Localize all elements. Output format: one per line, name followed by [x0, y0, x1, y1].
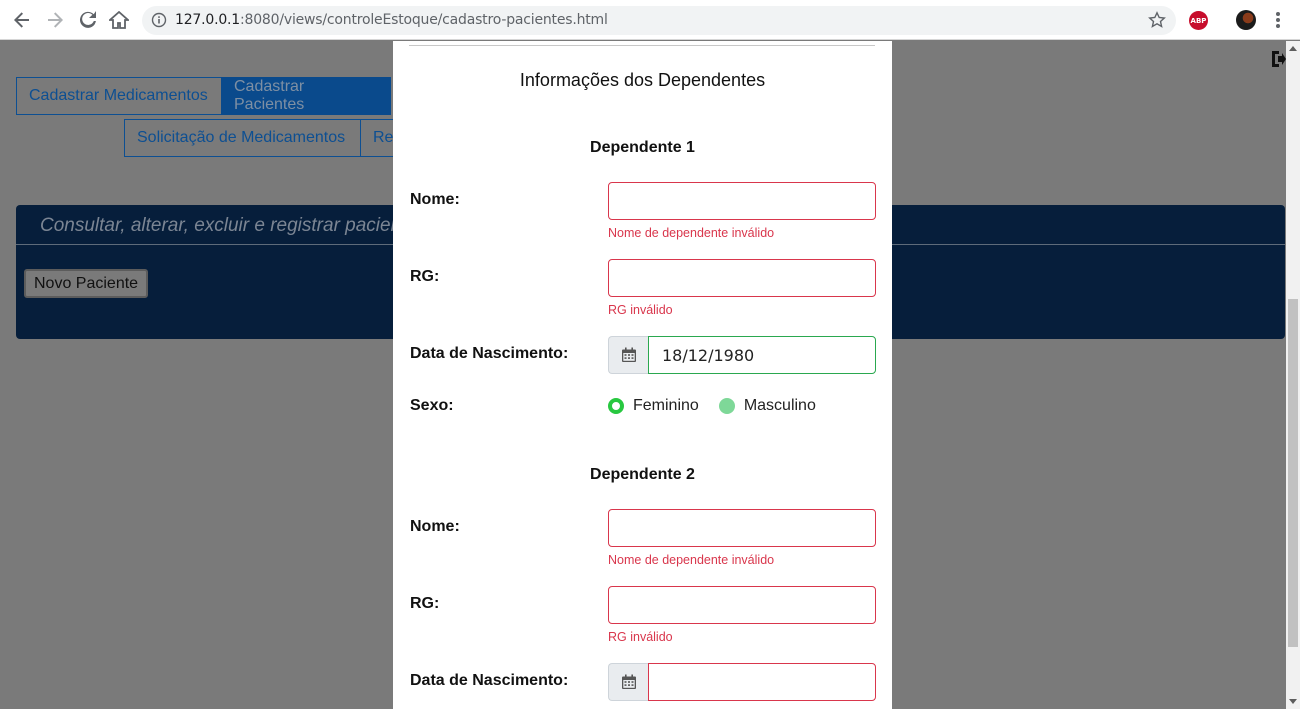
dependent-2-name-input[interactable] [608, 509, 876, 547]
forward-icon[interactable] [43, 8, 67, 32]
dependent-1-title: Dependente 1 [590, 139, 695, 156]
browser-menu-icon[interactable] [1270, 10, 1286, 30]
radio-masculino[interactable] [718, 398, 735, 414]
dependent-1-name-error: Nome de dependente inválido [608, 226, 775, 240]
back-icon[interactable] [10, 8, 34, 32]
new-patient-button[interactable]: Novo Paciente [24, 269, 149, 298]
dependent-1-rg-label: RG: [410, 268, 440, 285]
tab-cadastrar-medicamentos[interactable]: Cadastrar Medicamentos [16, 77, 222, 115]
tab-solicitacao-medicamentos[interactable]: Solicitação de Medicamentos [124, 119, 361, 157]
url-text: 127.0.0.1:8080/views/controleEstoque/cad… [175, 12, 608, 28]
dependent-2-birth-field [608, 663, 876, 701]
patient-modal: Informações dos Dependentes Dependente 1… [393, 41, 892, 709]
browser-toolbar: 127.0.0.1:8080/views/controleEstoque/cad… [0, 0, 1300, 40]
profile-avatar[interactable] [1236, 10, 1256, 30]
bookmark-star-icon[interactable] [1148, 11, 1166, 34]
logout-icon[interactable] [1270, 50, 1286, 68]
reload-icon[interactable] [76, 8, 100, 32]
address-bar[interactable]: 127.0.0.1:8080/views/controleEstoque/cad… [142, 6, 1176, 35]
dependent-1-birth-input[interactable]: 18/12/1980 [648, 336, 876, 374]
panel-title: Consultar, alterar, excluir e registrar … [40, 215, 402, 236]
scroll-down-arrow-icon[interactable] [1289, 699, 1297, 704]
dependent-2-name-error: Nome de dependente inválido [608, 553, 775, 567]
url-path: :8080/views/controleEstoque/cadastro-pac… [240, 12, 608, 28]
dependent-1-rg-error: RG inválido [608, 303, 673, 317]
url-host: 127.0.0.1 [175, 12, 240, 28]
modal-divider [409, 45, 875, 46]
radio-feminino[interactable] [608, 398, 624, 414]
dependent-1-name-input[interactable] [608, 182, 876, 220]
calendar-icon[interactable] [608, 336, 649, 374]
dependent-2-rg-error: RG inválido [608, 630, 673, 644]
site-info-icon[interactable] [151, 12, 167, 33]
dependent-1-sex-label: Sexo: [410, 397, 454, 414]
scrollbar-thumb[interactable] [1288, 299, 1298, 647]
dependent-2-rg-input[interactable] [608, 586, 876, 624]
dependent-2-rg-label: RG: [410, 595, 440, 612]
dependent-1-sex-options: Feminino Masculino [608, 397, 816, 415]
dependent-1-rg-input[interactable] [608, 259, 876, 297]
scroll-up-arrow-icon[interactable] [1289, 46, 1297, 51]
dependent-2-birth-input[interactable] [648, 663, 876, 701]
dependents-section-title: Informações dos Dependentes [519, 70, 766, 90]
page-scrollbar[interactable] [1286, 41, 1300, 709]
dependent-1-birth-label: Data de Nascimento: [410, 345, 569, 362]
adblock-extension-icon[interactable]: ABP [1189, 11, 1208, 30]
dependent-2-title: Dependente 2 [590, 466, 695, 483]
tab-cadastrar-pacientes[interactable]: Cadastrar Pacientes [221, 77, 391, 115]
radio-masculino-label: Masculino [743, 397, 816, 414]
dependent-2-birth-label: Data de Nascimento: [410, 672, 569, 689]
dependent-1-birth-field: 18/12/1980 [608, 336, 876, 374]
home-icon[interactable] [107, 8, 131, 32]
calendar-icon[interactable] [608, 663, 649, 701]
radio-feminino-label: Feminino [633, 397, 699, 414]
dependent-1-name-label: Nome: [410, 191, 460, 208]
dependent-2-name-label: Nome: [410, 518, 460, 535]
